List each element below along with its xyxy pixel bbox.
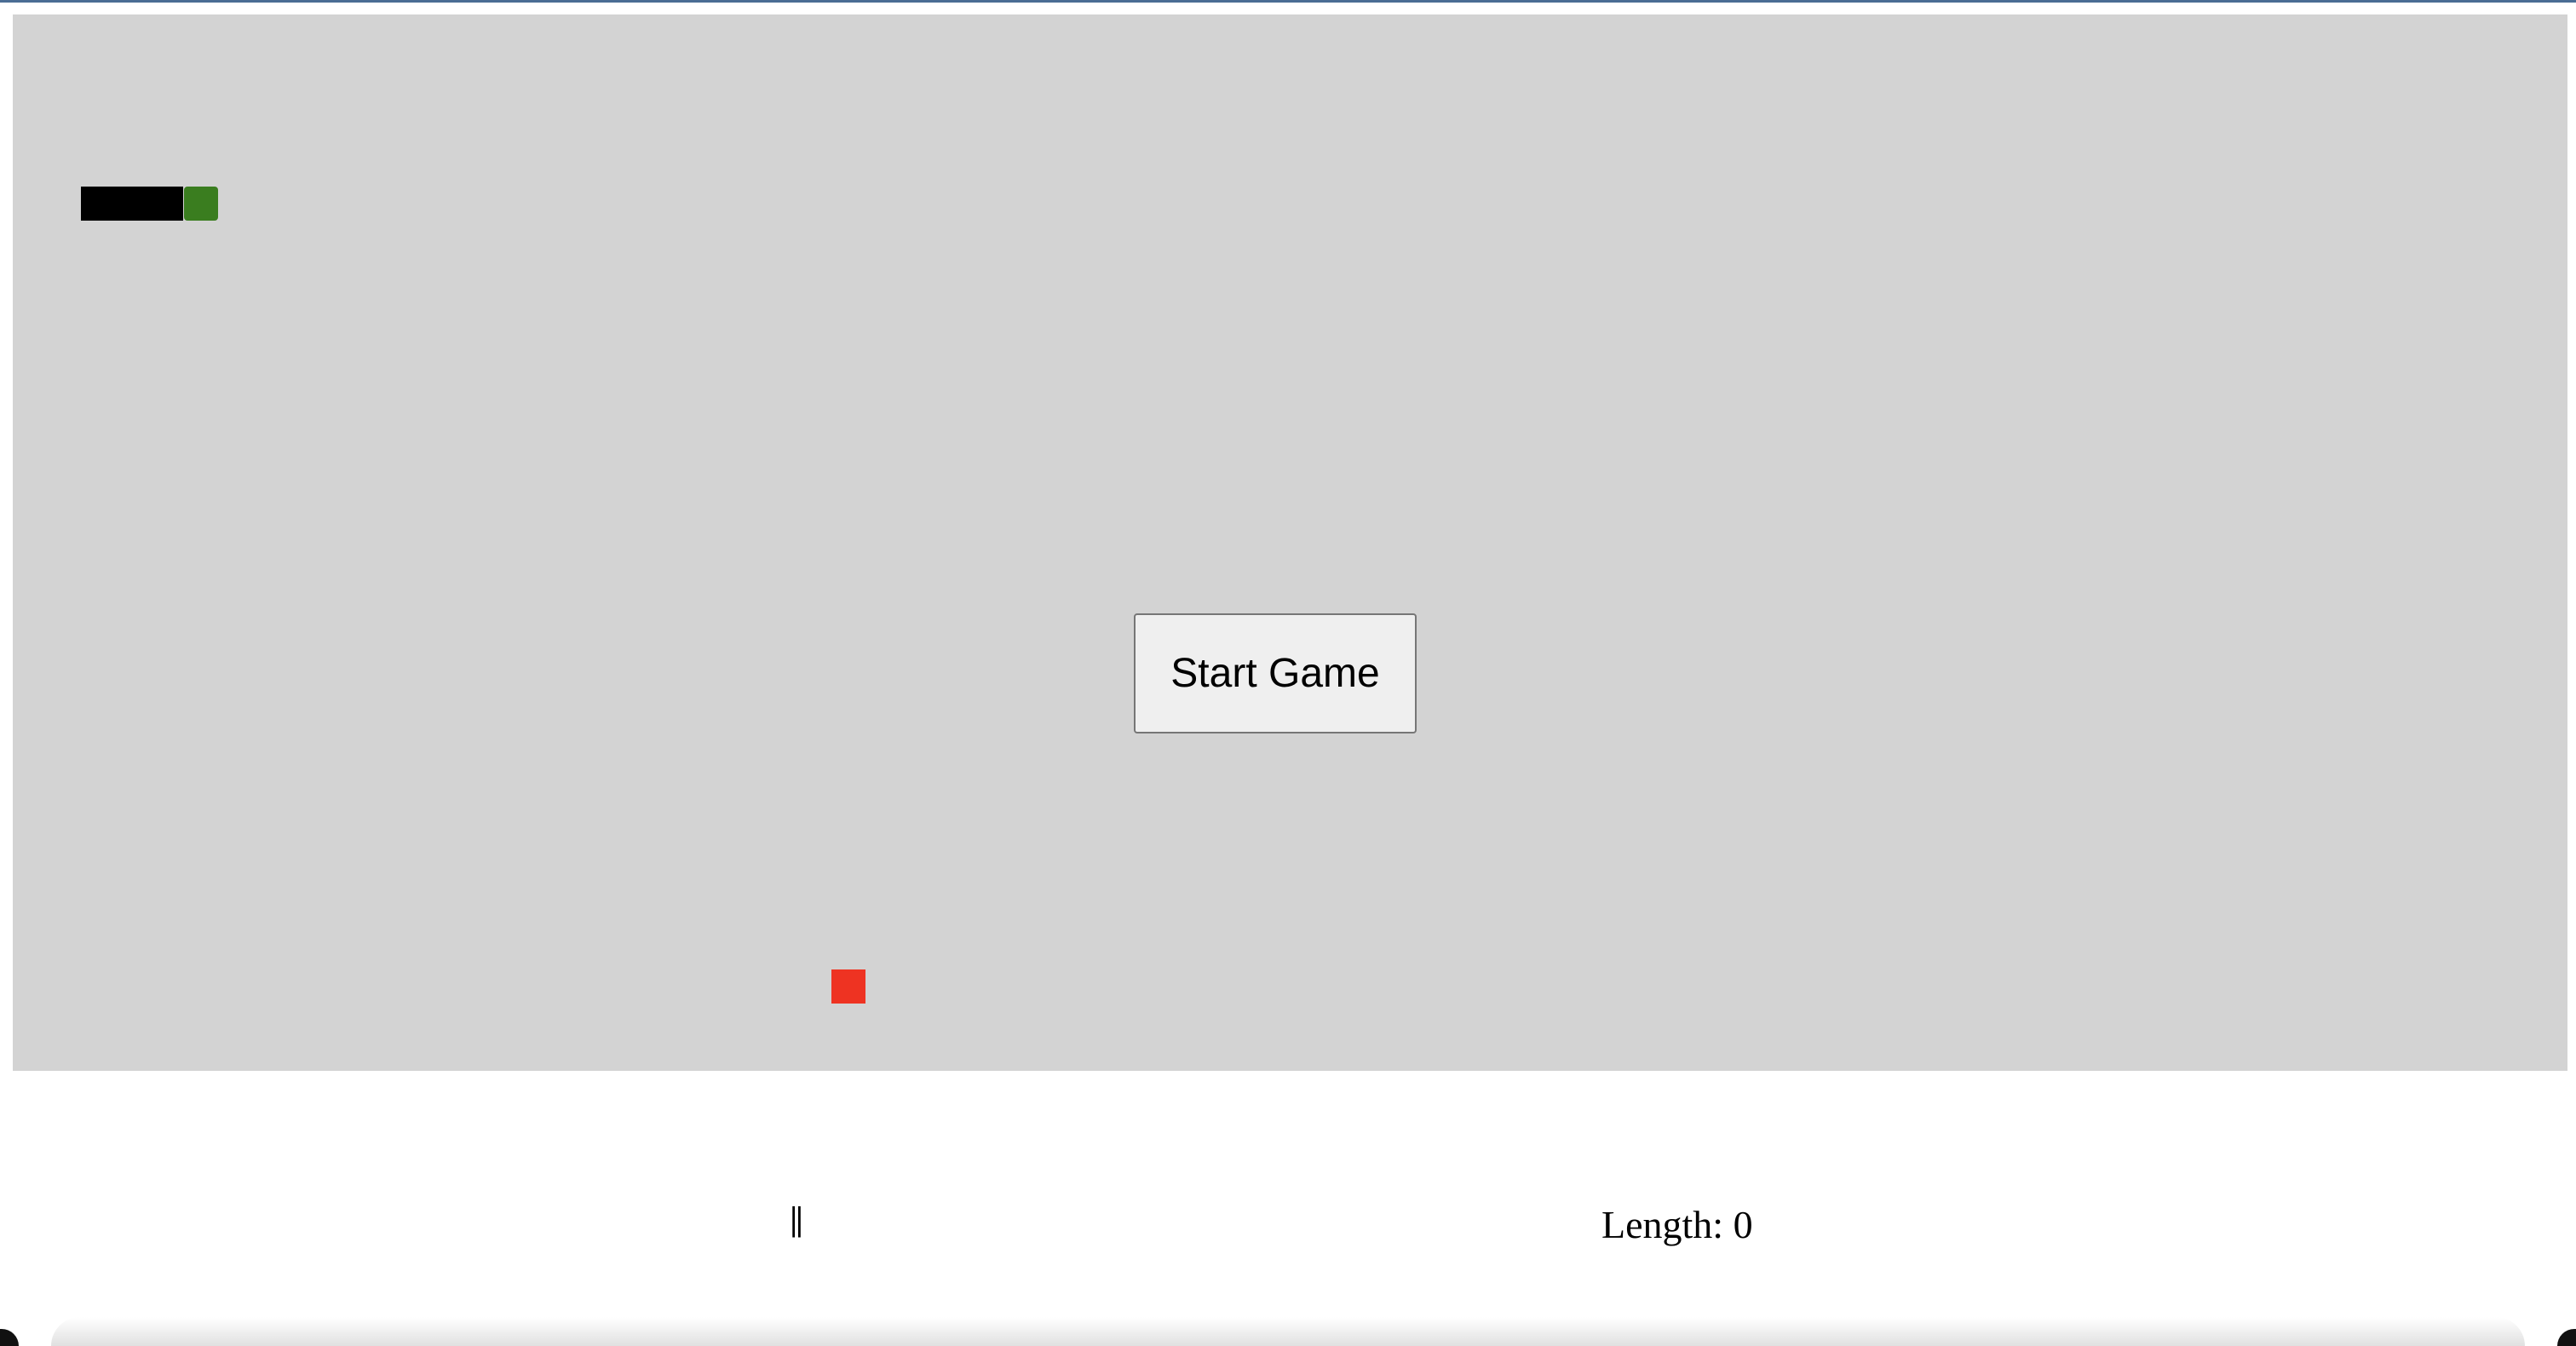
food-item	[831, 969, 865, 1004]
snake-body	[81, 187, 183, 221]
window-bottom-shadow	[51, 1317, 2525, 1346]
length-counter: Length: 0	[1601, 1203, 1753, 1246]
window-top-border	[0, 0, 2576, 3]
snake-head	[184, 187, 218, 221]
game-board	[13, 14, 2567, 1071]
pause-icon[interactable]: ||	[779, 1199, 813, 1239]
start-game-button[interactable]: Start Game	[1134, 613, 1417, 733]
game-footer: || Length: 0	[0, 1071, 2576, 1346]
